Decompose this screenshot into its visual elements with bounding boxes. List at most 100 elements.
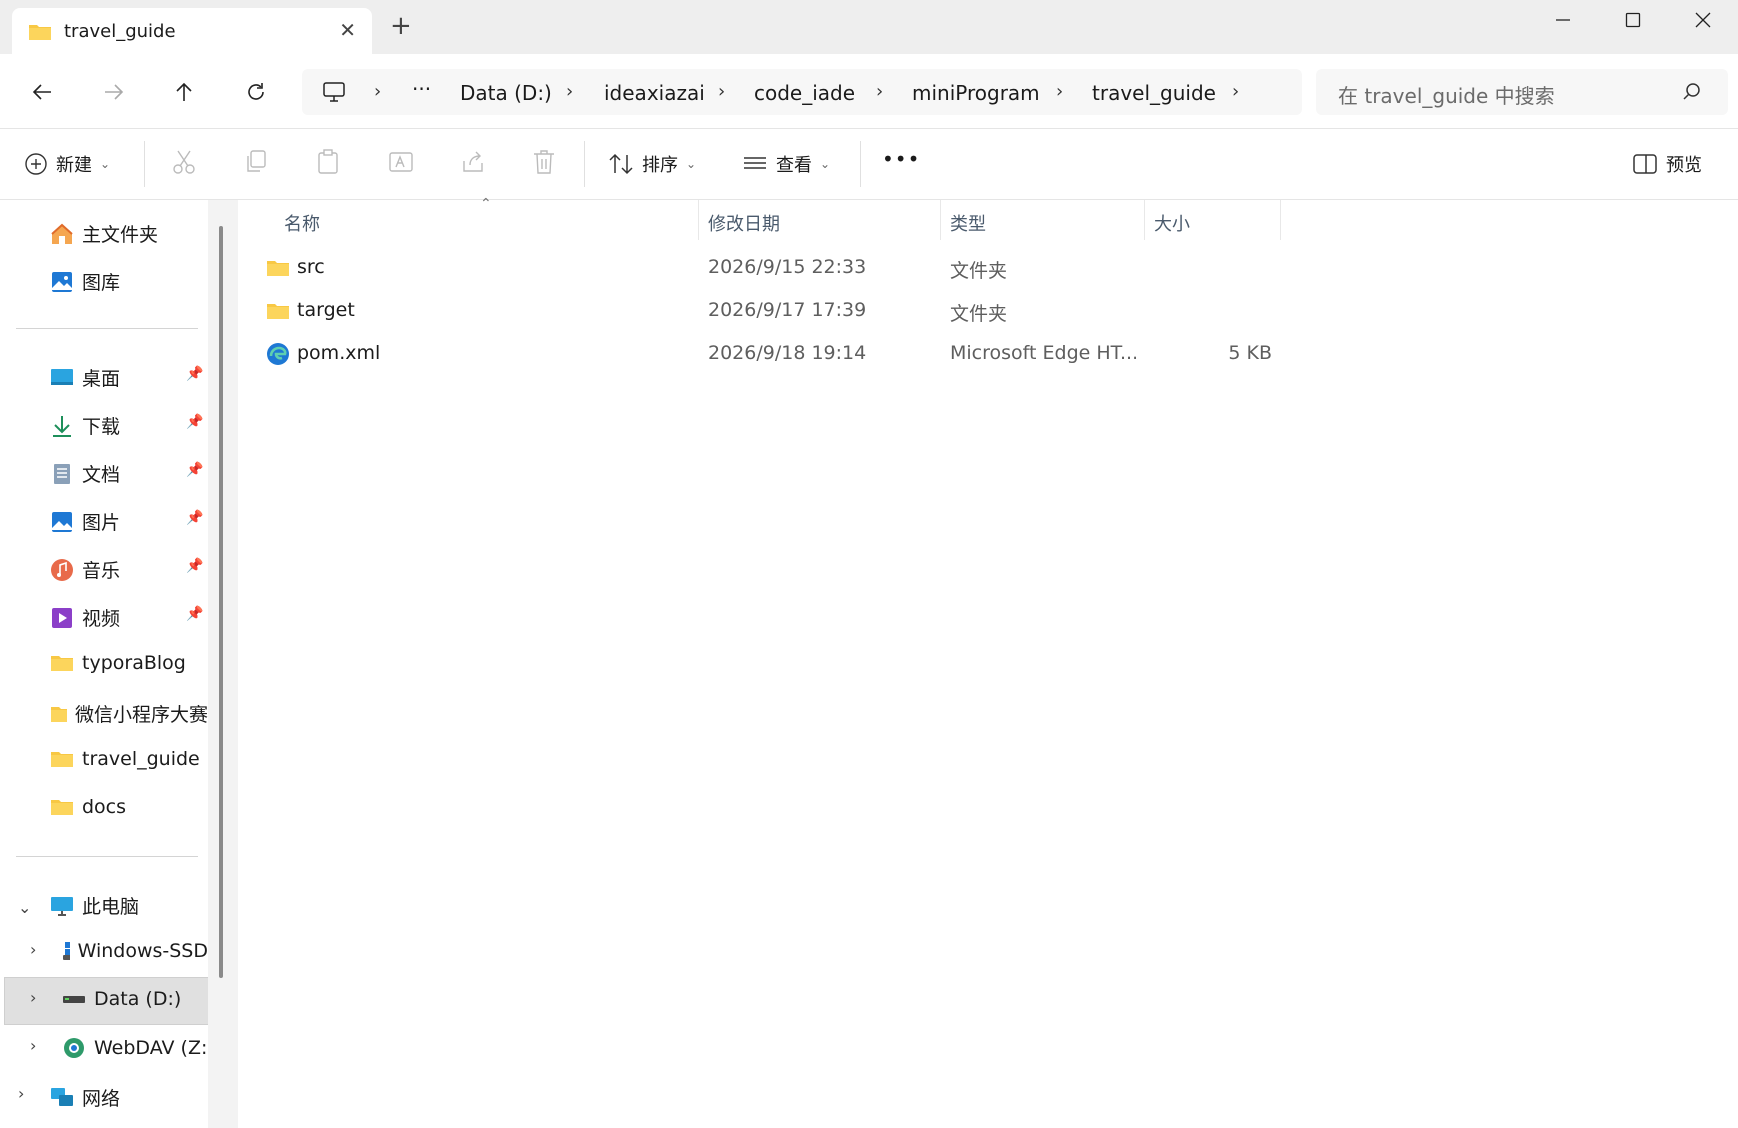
column-header-name[interactable]: 名称 bbox=[284, 210, 320, 236]
close-window-button[interactable] bbox=[1668, 0, 1738, 40]
chevron-right-icon[interactable]: › bbox=[566, 81, 573, 102]
search-icon[interactable] bbox=[1682, 82, 1702, 106]
sidebar-item-label: 音乐 bbox=[82, 560, 121, 582]
maximize-button[interactable] bbox=[1598, 0, 1668, 40]
breadcrumb-item[interactable]: code_iade bbox=[754, 81, 855, 105]
view-button[interactable]: 查看 ⌄ bbox=[742, 151, 830, 177]
copy-icon[interactable] bbox=[244, 149, 268, 179]
file-name: pom.xml bbox=[297, 342, 381, 364]
sidebar-item-downloads[interactable]: 下载 bbox=[50, 412, 120, 439]
table-row[interactable]: pom.xml 2026/9/18 19:14 Microsoft Edge H… bbox=[238, 334, 1738, 374]
file-date: 2026/9/17 17:39 bbox=[708, 299, 867, 321]
sidebar-item-drive-d[interactable]: Data (D:) bbox=[62, 988, 181, 1010]
column-header-size[interactable]: 大小 bbox=[1154, 210, 1190, 236]
column-divider[interactable] bbox=[1144, 200, 1145, 240]
breadcrumb-item[interactable]: Data (D:) bbox=[460, 81, 552, 105]
sidebar-item-music[interactable]: 音乐 bbox=[50, 556, 120, 583]
sidebar-item-drive-z[interactable]: WebDAV (Z:) bbox=[62, 1036, 215, 1060]
folder-icon bbox=[51, 800, 73, 815]
sidebar-item-folder[interactable]: docs bbox=[50, 796, 126, 818]
sidebar-item-label: 图库 bbox=[82, 272, 121, 294]
tab-travel-guide[interactable]: travel_guide ✕ bbox=[12, 8, 372, 54]
sidebar-scrollbar[interactable] bbox=[219, 226, 223, 978]
more-options-button[interactable]: ••• bbox=[882, 147, 920, 171]
sidebar-item-folder[interactable]: travel_guide bbox=[50, 748, 200, 770]
search-box[interactable]: 在 travel_guide 中搜索 bbox=[1316, 69, 1728, 115]
pin-icon: 📌 bbox=[186, 606, 204, 622]
close-tab-icon[interactable]: ✕ bbox=[339, 18, 356, 42]
sidebar-item-label: Data (D:) bbox=[94, 988, 182, 1010]
forward-button[interactable] bbox=[96, 74, 132, 110]
sidebar-item-documents[interactable]: 文档 bbox=[50, 460, 120, 487]
chevron-down-icon: ⌄ bbox=[686, 157, 697, 171]
computer-icon[interactable] bbox=[322, 80, 346, 108]
folder-icon bbox=[266, 301, 290, 325]
chevron-right-icon[interactable]: › bbox=[18, 1084, 24, 1103]
breadcrumb-more[interactable]: ··· bbox=[412, 77, 431, 101]
sidebar-item-pictures[interactable]: 图片 bbox=[50, 508, 120, 535]
rename-icon[interactable] bbox=[388, 149, 414, 179]
sidebar-item-label: 此电脑 bbox=[82, 896, 140, 918]
table-row[interactable]: src 2026/9/15 22:33 文件夹 bbox=[238, 248, 1738, 288]
share-icon[interactable] bbox=[460, 149, 486, 179]
file-type: Microsoft Edge HT... bbox=[950, 342, 1136, 364]
sidebar-item-network[interactable]: 网络 bbox=[50, 1084, 120, 1111]
video-icon bbox=[52, 607, 72, 628]
refresh-icon bbox=[248, 83, 264, 100]
minimize-icon bbox=[1556, 19, 1570, 21]
chevron-down-icon: ⌄ bbox=[820, 157, 831, 171]
sidebar-item-this-pc[interactable]: 此电脑 bbox=[50, 892, 139, 919]
computer-icon bbox=[51, 896, 73, 916]
chevron-right-icon[interactable]: › bbox=[30, 940, 36, 959]
chevron-right-icon[interactable]: › bbox=[30, 1036, 36, 1055]
sidebar-item-folder[interactable]: typoraBlog bbox=[50, 652, 186, 674]
up-button[interactable] bbox=[166, 74, 202, 110]
navigation-pane: 主文件夹 图库 桌面 📌 下载 📌 文档 📌 图片 📌 音乐 📌 视频 📌 ty… bbox=[0, 200, 215, 1128]
new-tab-button[interactable]: + bbox=[390, 13, 412, 39]
chevron-right-icon[interactable]: › bbox=[1232, 81, 1239, 102]
sidebar-item-videos[interactable]: 视频 bbox=[50, 604, 120, 631]
column-divider[interactable] bbox=[940, 200, 941, 240]
address-bar[interactable]: › ··· Data (D:) › ideaxiazai › code_iade… bbox=[302, 69, 1302, 115]
sidebar-item-label: typoraBlog bbox=[82, 652, 186, 674]
maximize-icon bbox=[1625, 12, 1641, 28]
sort-button[interactable]: 排序 ⌄ bbox=[608, 151, 696, 177]
folder-icon bbox=[51, 706, 67, 722]
delete-icon[interactable] bbox=[532, 149, 556, 179]
cut-icon[interactable] bbox=[172, 149, 196, 179]
sidebar-item-label: 视频 bbox=[82, 608, 121, 630]
breadcrumb-item[interactable]: ideaxiazai bbox=[604, 81, 705, 105]
home-icon bbox=[51, 223, 73, 244]
chevron-right-icon[interactable]: › bbox=[30, 988, 36, 1007]
sidebar-item-desktop[interactable]: 桌面 bbox=[50, 364, 120, 391]
preview-button-label: 预览 bbox=[1666, 155, 1702, 176]
chevron-right-icon[interactable]: › bbox=[374, 81, 381, 102]
sidebar-item-folder[interactable]: 微信小程序大赛 bbox=[50, 700, 208, 727]
sidebar-item-home[interactable]: 主文件夹 bbox=[50, 220, 158, 247]
sidebar-item-gallery[interactable]: 图库 bbox=[50, 268, 120, 295]
table-row[interactable]: target 2026/9/17 17:39 文件夹 bbox=[238, 291, 1738, 331]
minimize-button[interactable] bbox=[1528, 0, 1598, 40]
breadcrumb-item[interactable]: miniProgram bbox=[912, 81, 1040, 105]
search-input[interactable]: 在 travel_guide 中搜索 bbox=[1338, 80, 1555, 109]
paste-icon[interactable] bbox=[316, 149, 340, 179]
sidebar-item-drive-c[interactable]: Windows-SSD bbox=[62, 940, 208, 962]
download-icon bbox=[53, 415, 71, 437]
sidebar-item-label: 网络 bbox=[82, 1088, 121, 1110]
edge-icon bbox=[266, 342, 290, 370]
chevron-right-icon[interactable]: › bbox=[876, 81, 883, 102]
chevron-down-icon[interactable]: ⌄ bbox=[18, 898, 31, 917]
column-header-date[interactable]: 修改日期 bbox=[708, 210, 780, 236]
column-header-type[interactable]: 类型 bbox=[950, 210, 986, 236]
preview-button[interactable]: 预览 bbox=[1632, 151, 1702, 177]
preview-pane-icon bbox=[1633, 154, 1657, 174]
chevron-right-icon[interactable]: › bbox=[718, 81, 725, 102]
back-button[interactable] bbox=[24, 74, 60, 110]
column-divider[interactable] bbox=[1280, 200, 1281, 240]
column-divider[interactable] bbox=[698, 200, 699, 240]
chevron-right-icon[interactable]: › bbox=[1056, 81, 1063, 102]
refresh-button[interactable] bbox=[238, 74, 274, 110]
new-button[interactable]: 新建 ⌄ bbox=[24, 151, 110, 177]
divider bbox=[584, 141, 585, 187]
breadcrumb-item[interactable]: travel_guide bbox=[1092, 81, 1216, 105]
